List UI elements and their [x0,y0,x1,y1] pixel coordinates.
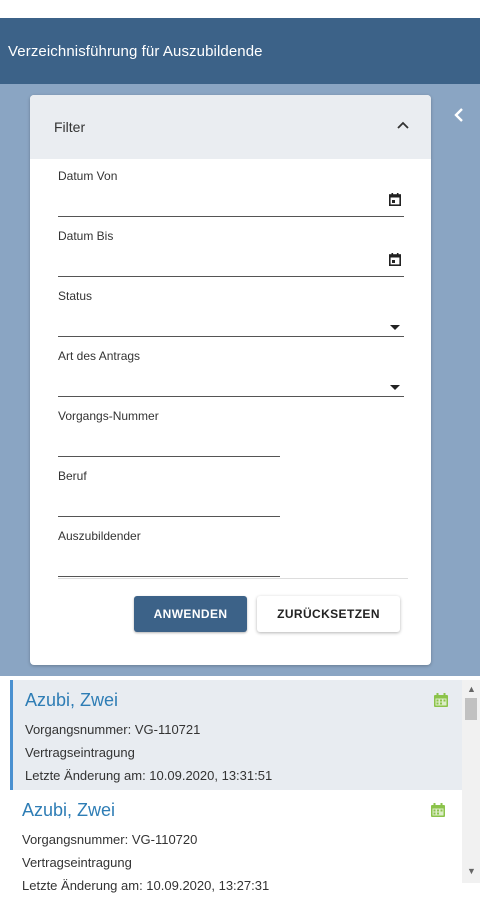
vorgangs-nummer-field[interactable]: Vorgangs-Nummer [58,409,280,457]
item-typ: Vertragseintragung [25,745,135,760]
datum-von-field[interactable]: Datum Von [58,169,404,217]
apply-button[interactable]: ANWENDEN [134,596,247,632]
beruf-field[interactable]: Beruf [58,469,280,517]
dropdown-arrow-icon[interactable] [390,377,400,395]
calendar-icon[interactable] [389,253,401,271]
item-vorgangsnummer: Vorgangsnummer: VG-110720 [22,832,198,847]
item-name[interactable]: Azubi, Zwei [25,690,118,711]
calendar-icon [433,692,449,713]
scroll-down-icon[interactable]: ▼ [467,866,476,876]
filter-header[interactable]: Filter [30,95,431,159]
scroll-thumb[interactable] [465,698,477,720]
datum-bis-field[interactable]: Datum Bis [58,229,404,277]
reset-button[interactable]: ZURÜCKSETZEN [257,596,400,632]
app-title: Verzeichnisführung für Auszubildende [8,42,263,60]
art-des-antrags-label: Art des Antrags [58,349,141,363]
auszubildender-field[interactable]: Auszubildender [58,529,280,577]
calendar-icon[interactable] [389,193,401,211]
item-vorgangsnummer: Vorgangsnummer: VG-110721 [25,722,201,737]
list-item[interactable]: Azubi, Zwei Vorgangsnummer: VG-110721 Ve… [10,680,462,790]
list-item[interactable]: Azubi, Zwei Vorgangsnummer: VG-110720 Ve… [10,790,462,900]
top-strip [0,0,480,18]
datum-bis-label: Datum Bis [58,229,114,243]
beruf-label: Beruf [58,469,87,483]
scroll-up-icon[interactable]: ▲ [467,684,476,694]
datum-von-label: Datum Von [58,169,118,183]
auszubildender-label: Auszubildender [58,529,141,543]
item-name[interactable]: Azubi, Zwei [22,800,115,821]
results-list: Azubi, Zwei Vorgangsnummer: VG-110721 Ve… [0,676,480,893]
filter-card: Filter Datum Von Datum Bis Status Art de… [30,95,431,665]
status-select[interactable]: Status [58,289,404,337]
chevron-up-icon [397,121,409,133]
vorgangs-nummer-label: Vorgangs-Nummer [58,409,159,423]
datum-von-underline [58,216,404,217]
item-typ: Vertragseintragung [22,855,132,870]
item-letzte-aenderung: Letzte Änderung am: 10.09.2020, 13:27:31 [22,878,270,893]
dropdown-arrow-icon[interactable] [390,317,400,335]
filter-divider [58,578,408,579]
calendar-icon [430,802,446,823]
datum-bis-underline [58,276,404,277]
auszubildender-underline [58,576,280,577]
chevron-left-icon [454,105,464,128]
art-des-antrags-select[interactable]: Art des Antrags [58,349,404,397]
beruf-underline [58,516,280,517]
filter-title: Filter [54,119,86,135]
art-des-antrags-underline [58,396,404,397]
item-letzte-aenderung: Letzte Änderung am: 10.09.2020, 13:31:51 [25,768,273,783]
status-underline [58,336,404,337]
status-label: Status [58,289,93,303]
vorgangs-nummer-underline [58,456,280,457]
list-scrollbar[interactable]: ▲ ▼ [462,680,480,883]
collapse-sidebar-button[interactable] [449,104,469,128]
app-header: Verzeichnisführung für Auszubildende [0,18,480,84]
